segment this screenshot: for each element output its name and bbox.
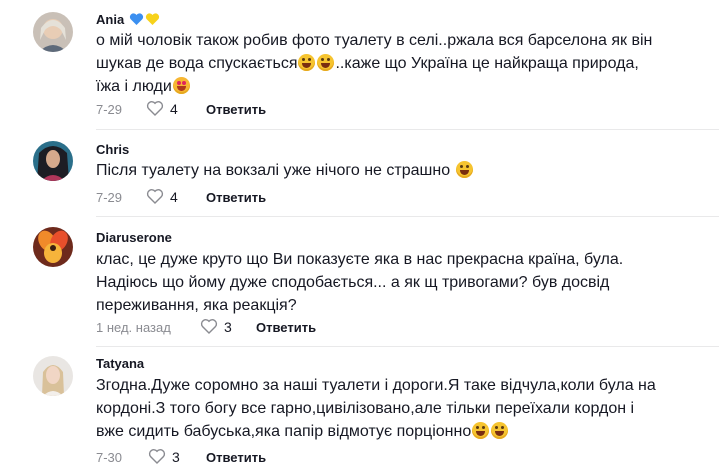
comment-line: о мій чоловік також робив фото туалету в… xyxy=(96,32,653,49)
comment-line: Надіюсь що йому дуже сподобається... а я… xyxy=(96,274,610,291)
comment-line: вже сидить бабуська,яка папір відмотує п… xyxy=(96,423,472,440)
heart-outline-icon xyxy=(146,101,164,116)
comment-text: Після туалету на вокзалі уже нічого не с… xyxy=(96,159,696,182)
like-button[interactable]: 4 xyxy=(146,100,178,117)
comment-line: кордоні.З того богу все гарно,цивілізова… xyxy=(96,400,635,417)
comment-line: клас, це дуже круто що Ви показуєте яка … xyxy=(96,251,624,268)
comment-line: Після туалету на вокзалі уже нічого не с… xyxy=(96,162,455,179)
like-button[interactable]: 4 xyxy=(146,188,178,205)
like-count: 4 xyxy=(170,100,178,117)
comment-line: їжа і люди xyxy=(96,78,172,95)
divider xyxy=(96,346,719,347)
blue-heart-icon xyxy=(129,13,144,30)
yellow-heart-icon xyxy=(145,13,160,30)
like-count: 4 xyxy=(170,188,178,205)
avatar[interactable] xyxy=(33,141,73,181)
comment-text: Згодна.Дуже соромно за наші туалети і до… xyxy=(96,374,696,443)
reply-button[interactable]: Ответить xyxy=(206,102,266,117)
comment-text: клас, це дуже круто що Ви показуєте яка … xyxy=(96,248,696,317)
avatar[interactable] xyxy=(33,356,73,396)
divider xyxy=(96,129,719,130)
username[interactable]: Diaruserone xyxy=(96,230,172,245)
comment-date: 7-30 xyxy=(96,450,123,465)
comment-date: 7-29 xyxy=(96,190,123,205)
comment-line: переживання, яка реакція? xyxy=(96,297,297,314)
username[interactable]: Ania xyxy=(96,12,124,27)
grinning-sweat-emoji-icon xyxy=(455,161,473,178)
like-count: 3 xyxy=(172,448,180,465)
comment-line: ..каже що Україна це найкраща природа, xyxy=(335,55,639,72)
comment-date: 7-29 xyxy=(96,102,123,117)
grinning-sweat-emoji-icon xyxy=(317,54,335,71)
reply-button[interactable]: Ответить xyxy=(206,450,266,465)
heart-outline-icon xyxy=(148,449,166,464)
smiling-hearts-emoji-icon xyxy=(172,77,190,94)
grinning-sweat-emoji-icon xyxy=(298,54,316,71)
reply-button[interactable]: Ответить xyxy=(206,190,266,205)
comment-line: шукав де вода спускається xyxy=(96,55,298,72)
rofl-emoji-icon xyxy=(491,422,509,439)
comment-text: о мій чоловік також робив фото туалету в… xyxy=(96,29,696,98)
like-count: 3 xyxy=(224,318,232,335)
comment-date: 1 нед. назад xyxy=(96,320,171,335)
avatar[interactable] xyxy=(33,12,73,52)
reply-button[interactable]: Ответить xyxy=(256,320,316,335)
username[interactable]: Chris xyxy=(96,142,129,157)
like-button[interactable]: 3 xyxy=(148,448,180,465)
divider xyxy=(96,216,719,217)
avatar[interactable] xyxy=(33,227,73,267)
username[interactable]: Tatyana xyxy=(96,356,144,371)
rofl-emoji-icon xyxy=(472,422,490,439)
heart-outline-icon xyxy=(200,319,218,334)
like-button[interactable]: 3 xyxy=(200,318,232,335)
comment-line: Згодна.Дуже соромно за наші туалети і до… xyxy=(96,377,656,394)
heart-outline-icon xyxy=(146,189,164,204)
